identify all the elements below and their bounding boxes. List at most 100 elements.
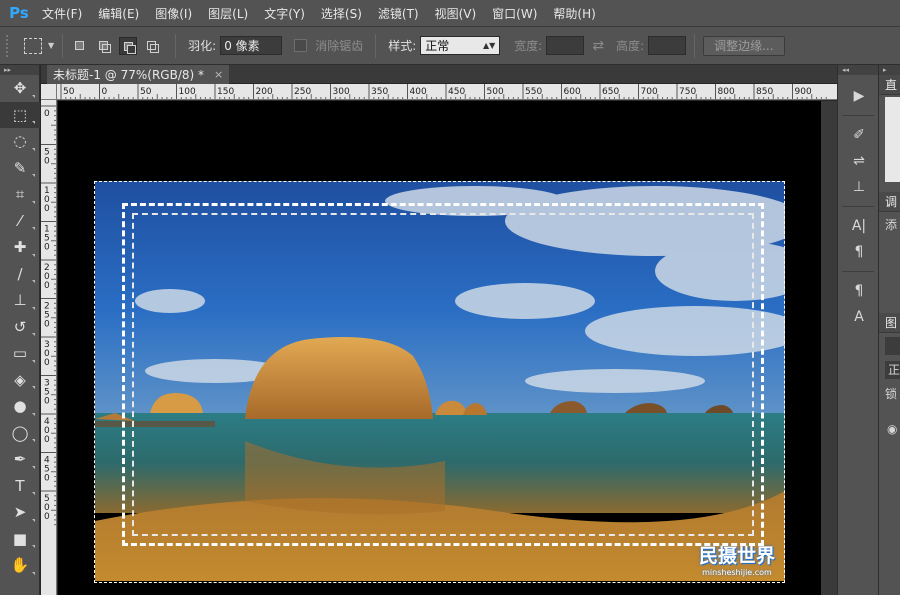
path-select-tool-icon[interactable]: ➤ — [0, 499, 40, 526]
ruler-label: 150 — [217, 87, 234, 97]
flyout-indicator — [32, 306, 35, 310]
pen-tool-icon[interactable]: ✒ — [0, 446, 40, 473]
flyout-indicator — [32, 280, 35, 283]
menu-image[interactable]: 图像(I) — [147, 0, 200, 27]
panel-collapse[interactable]: ▸ — [879, 65, 900, 75]
document-tab-bar: 未标题-1 @ 77%(RGB/8) * × — [41, 65, 837, 84]
menu-window[interactable]: 窗口(W) — [484, 0, 545, 27]
side-panel: ▸ 直 调 添 图 正 锁 ◉ — [879, 65, 900, 595]
menu-help[interactable]: 帮助(H) — [545, 0, 603, 27]
blend-mode-select[interactable]: 正 — [885, 361, 900, 379]
flyout-indicator — [32, 227, 35, 230]
move-tool-icon[interactable]: ✥ — [0, 75, 40, 102]
flyout-indicator — [32, 545, 35, 548]
healing-brush-tool-icon[interactable]: ✚ — [0, 234, 40, 261]
dock-collapse[interactable]: ◂◂ — [838, 65, 878, 75]
menu-select[interactable]: 选择(S) — [313, 0, 370, 27]
toolbar-collapse[interactable]: ▸▸ — [0, 65, 39, 75]
close-icon[interactable]: × — [214, 68, 223, 81]
rect-marquee-preset-icon[interactable] — [24, 37, 42, 54]
ruler-label: 50 — [63, 87, 75, 97]
histogram-tab[interactable]: 直 — [879, 75, 900, 95]
chevron-down-icon[interactable]: ▼ — [48, 41, 54, 50]
character-styles-icon[interactable]: A — [838, 304, 880, 330]
ruler-label: 600 — [564, 87, 581, 97]
menu-layer[interactable]: 图层(L) — [200, 0, 256, 27]
adjustments-tab[interactable]: 调 — [879, 192, 900, 212]
height-input[interactable] — [648, 36, 687, 55]
stamp-tool-icon[interactable]: ⊥ — [0, 287, 40, 314]
hand-tool-icon[interactable]: ✋ — [0, 552, 40, 579]
menu-view[interactable]: 视图(V) — [427, 0, 485, 27]
ruler-label: 0 — [44, 358, 50, 368]
menu-filter[interactable]: 滤镜(T) — [370, 0, 427, 27]
blur-tool-icon[interactable]: ● — [0, 393, 40, 420]
paint-bucket-tool-icon[interactable]: ◈ — [0, 367, 40, 394]
eraser-tool-icon[interactable]: ▭ — [0, 340, 40, 367]
paragraph-styles-icon[interactable]: ¶ — [838, 278, 880, 304]
document-tab[interactable]: 未标题-1 @ 77%(RGB/8) * × — [47, 65, 230, 84]
eyedropper-tool-icon[interactable]: ⁄ — [0, 208, 40, 235]
play-icon[interactable]: ▶ — [838, 83, 880, 109]
eye-icon[interactable]: ◉ — [879, 422, 900, 436]
divider — [694, 33, 696, 58]
crop-tool-icon[interactable]: ⌗ — [0, 181, 40, 208]
type-tool-icon[interactable]: T — [0, 473, 40, 500]
brush-presets-icon[interactable]: ✐ — [838, 122, 880, 148]
chevron-down-icon: ▲▼ — [482, 41, 496, 50]
ruler-label: 200 — [256, 87, 273, 97]
lasso-tool-icon[interactable]: ◌ — [0, 128, 40, 155]
divider — [842, 115, 874, 116]
quick-select-tool-icon[interactable]: ✎ — [0, 155, 40, 182]
options-grip[interactable] — [6, 34, 14, 57]
ruler-label: 0 — [44, 435, 50, 445]
adjustments-icon[interactable]: ⇌ — [838, 148, 880, 174]
width-input[interactable] — [546, 36, 585, 55]
antialias-label: 消除锯齿 — [315, 39, 364, 53]
histogram-area — [885, 97, 900, 182]
ruler-label: 100 — [179, 87, 196, 97]
ruler-label: 50 — [140, 87, 152, 97]
style-select[interactable]: 正常 ▲▼ — [420, 36, 501, 55]
vertical-scrollbar[interactable] — [821, 101, 837, 595]
dodge-tool-icon[interactable]: ◯ — [0, 420, 40, 447]
feather-input[interactable]: 0 像素 — [220, 36, 283, 55]
ruler-label: 750 — [679, 87, 696, 97]
photoshop-logo[interactable]: Ps — [4, 0, 34, 27]
subtract-selection-button[interactable] — [119, 36, 138, 55]
ruler-label: 800 — [718, 87, 735, 97]
swap-icon[interactable]: ⇄ — [592, 38, 604, 54]
character-icon[interactable]: A| — [838, 213, 880, 239]
menu-edit[interactable]: 编辑(E) — [90, 0, 147, 27]
history-brush-tool-icon[interactable]: ↺ — [0, 314, 40, 341]
antialias-checkbox[interactable] — [294, 39, 308, 52]
lock-label: 锁 — [885, 387, 898, 401]
ruler-label: 0 — [44, 474, 50, 484]
ruler-label: 250 — [294, 87, 311, 97]
paragraph-icon[interactable]: ¶ — [838, 239, 880, 265]
ruler-label: 450 — [448, 87, 465, 97]
add-to-selection-button[interactable] — [95, 37, 113, 55]
flyout-indicator — [32, 571, 35, 575]
ruler-label: 0 — [44, 157, 50, 167]
marquee-tool-icon[interactable]: ⬚ — [0, 101, 40, 128]
clone-source-icon[interactable]: ⊥ — [838, 174, 880, 200]
height-label: 高度: — [616, 39, 645, 53]
ruler-label: 650 — [602, 87, 619, 97]
intersect-selection-button[interactable] — [143, 37, 161, 55]
vertical-ruler[interactable]: 050100150200250300350400450500 — [41, 100, 57, 595]
brush-tool-icon[interactable]: ∕ — [0, 261, 40, 288]
menu-file[interactable]: 文件(F) — [34, 0, 90, 27]
document-canvas[interactable]: 民摄世界 minsheshijie.com — [58, 101, 821, 595]
layers-tab[interactable]: 图 — [879, 313, 900, 333]
ruler-label: 0 — [44, 320, 50, 330]
menu-type[interactable]: 文字(Y) — [256, 0, 313, 27]
horizontal-ruler[interactable]: 50 0 50 100 150 200 250 300 350 400 450 500 550 600 65… — [57, 84, 837, 100]
divider — [842, 271, 874, 272]
refine-edge-button[interactable]: 调整边缘... — [703, 35, 785, 56]
shape-tool-icon[interactable]: ■ — [0, 526, 40, 553]
ruler-label: 0 — [44, 109, 50, 119]
new-selection-button[interactable] — [71, 37, 89, 55]
ruler-origin[interactable] — [41, 84, 57, 100]
layer-search[interactable] — [885, 337, 900, 355]
